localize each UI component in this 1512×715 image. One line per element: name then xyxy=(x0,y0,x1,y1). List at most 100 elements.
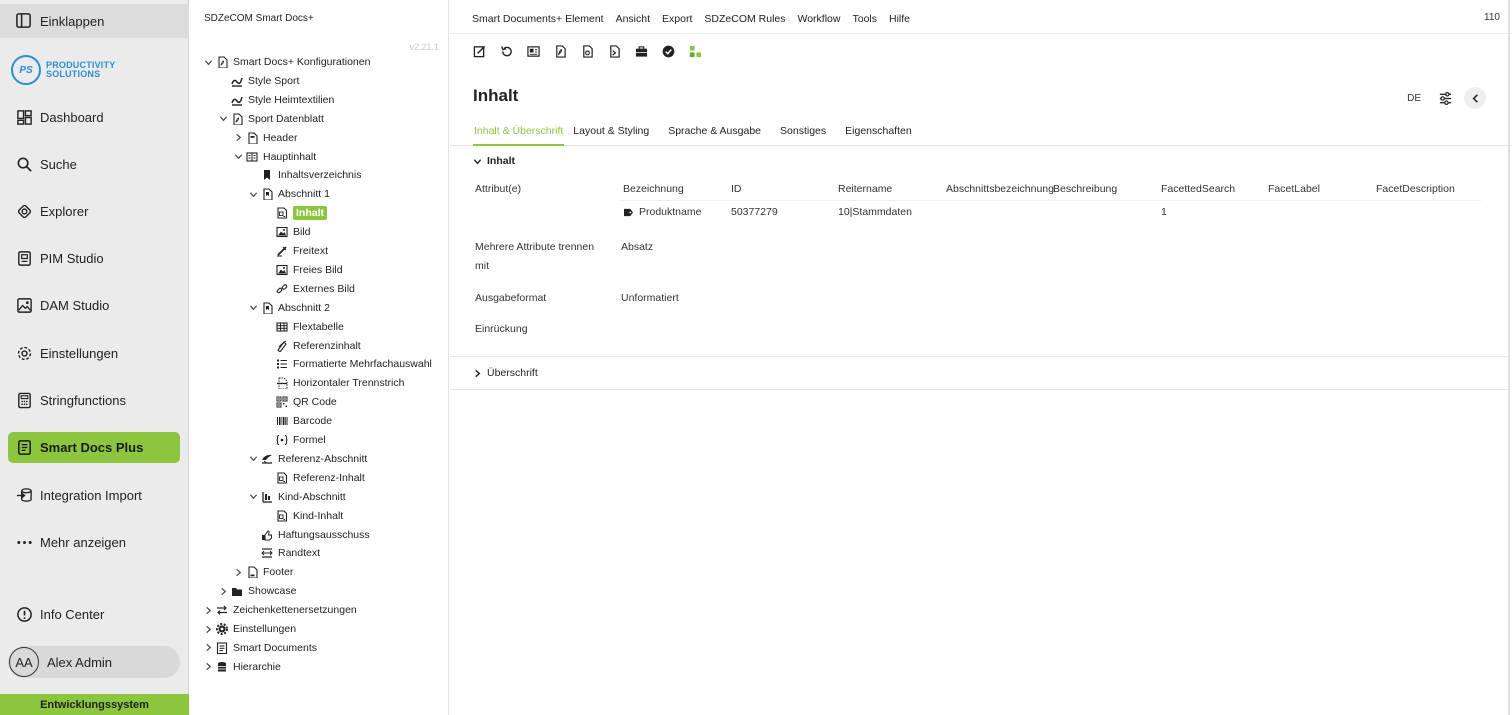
nav-item-more[interactable]: Mehr anzeigen xyxy=(0,525,189,559)
nav-item-stringfunctions[interactable]: Stringfunctions xyxy=(0,383,189,417)
tree-node[interactable]: Header xyxy=(231,129,297,147)
barcode-icon xyxy=(275,415,288,428)
tree-node[interactable]: Abschnitt 2 xyxy=(246,299,330,317)
nav-item-info-center[interactable]: Info Center xyxy=(0,597,189,631)
tree-node[interactable]: Style Sport xyxy=(216,72,299,90)
tree-node[interactable]: Formel xyxy=(261,431,326,449)
nav-item-smart-docs-plus[interactable]: Smart Docs Plus xyxy=(8,432,180,463)
tree-node[interactable]: Kind-Abschnitt xyxy=(246,488,346,506)
chevron-right-icon[interactable] xyxy=(201,643,215,652)
tree-node[interactable]: Randtext xyxy=(246,544,320,562)
menu-item-workflow[interactable]: Workflow xyxy=(798,13,841,25)
chevron-down-icon[interactable] xyxy=(246,190,260,199)
chevron-right-icon[interactable] xyxy=(201,662,215,671)
menu-item-tools[interactable]: Tools xyxy=(852,13,877,25)
header-icon xyxy=(245,131,258,144)
tree-node[interactable]: QR Code xyxy=(261,393,337,411)
separator-value[interactable]: Absatz xyxy=(621,241,653,253)
sliders-icon[interactable] xyxy=(1436,89,1454,107)
nav-item-integration-import[interactable]: Integration Import xyxy=(0,478,189,512)
nav-item-explorer[interactable]: Explorer xyxy=(0,194,189,228)
preview-icon[interactable] xyxy=(526,44,540,58)
style-icon xyxy=(230,93,243,106)
tab-layout-styling[interactable]: Layout & Styling xyxy=(573,122,649,146)
tree-node[interactable]: Showcase xyxy=(216,582,296,600)
tree-node[interactable]: Referenz-Inhalt xyxy=(261,469,365,487)
tab-inhalt-ueberschrift[interactable]: Inhalt & Überschrift xyxy=(473,122,565,146)
column-header-id: ID xyxy=(731,183,742,195)
output-format-label: Ausgabeformat xyxy=(475,292,547,304)
section-header-inhalt[interactable]: Inhalt xyxy=(473,155,515,167)
item-count: 110 xyxy=(1484,12,1500,23)
menu-item-rules[interactable]: SDZeCOM Rules xyxy=(704,13,785,25)
collapse-button[interactable]: Einklappen xyxy=(0,4,189,38)
tree-node[interactable]: Abschnitt 1 xyxy=(246,185,330,203)
tree-node[interactable]: Externes Bild xyxy=(261,280,355,298)
tree-node[interactable]: Zeichenkettenersetzungen xyxy=(201,601,357,619)
undo-icon[interactable] xyxy=(499,44,513,58)
language-selector[interactable]: DE xyxy=(1407,93,1421,104)
menu-item-export[interactable]: Export xyxy=(662,13,692,25)
tree-node[interactable]: Horizontaler Trennstrich xyxy=(261,374,404,392)
tree-node[interactable]: Inhaltsverzeichnis xyxy=(246,166,361,184)
check-circle-icon[interactable] xyxy=(661,44,675,58)
menu-item-ansicht[interactable]: Ansicht xyxy=(616,13,650,25)
tree-node[interactable]: Style Heimtextilien xyxy=(216,91,334,109)
tab-eigenschaften[interactable]: Eigenschaften xyxy=(845,122,912,146)
section-header-ueberschrift[interactable]: Überschrift xyxy=(473,367,538,379)
nav-item-dashboard[interactable]: Dashboard xyxy=(0,100,189,134)
tree-node[interactable]: Freitext xyxy=(261,242,328,260)
tree-node[interactable]: Einstellungen xyxy=(201,620,296,638)
pen-icon xyxy=(275,245,288,258)
collapse-panel-button[interactable] xyxy=(1464,87,1486,109)
nav-item-pim-studio[interactable]: PIM Studio xyxy=(0,241,189,275)
chevron-down-icon[interactable] xyxy=(246,454,260,463)
user-menu[interactable]: AA Alex Admin xyxy=(8,646,180,678)
chevron-right-icon[interactable] xyxy=(201,625,215,634)
export-icon[interactable] xyxy=(607,44,621,58)
chevron-down-icon[interactable] xyxy=(246,492,260,501)
tree-node[interactable]: Flextabelle xyxy=(261,318,344,336)
search-icon xyxy=(15,155,33,173)
tree-node[interactable]: Referenzinhalt xyxy=(261,337,361,355)
document-code-icon[interactable] xyxy=(580,44,594,58)
tree-node[interactable]: Formatierte Mehrfachauswahl xyxy=(261,355,432,373)
menu-item-hilfe[interactable]: Hilfe xyxy=(889,13,910,25)
chevron-down-icon[interactable] xyxy=(216,114,230,123)
tree-node[interactable]: Smart Docs+ Konfigurationen xyxy=(201,53,370,71)
tree-node[interactable]: Referenz-Abschnitt xyxy=(246,450,367,468)
chevron-down-icon[interactable] xyxy=(246,303,260,312)
tree-node[interactable]: Sport Datenblatt xyxy=(216,110,324,128)
image-icon xyxy=(275,263,288,276)
chevron-right-icon[interactable] xyxy=(201,606,215,615)
chevron-right-icon[interactable] xyxy=(231,133,245,142)
tree-node[interactable]: Kind-Inhalt xyxy=(261,507,343,525)
tree-node-label: Inhalt xyxy=(293,206,327,221)
tree-node[interactable]: Inhalt xyxy=(261,204,327,222)
tree-node[interactable]: Bild xyxy=(261,223,311,241)
chevron-right-icon[interactable] xyxy=(231,568,245,577)
nav-item-dam-studio[interactable]: DAM Studio xyxy=(0,288,189,322)
briefcase-icon[interactable] xyxy=(634,44,648,58)
tree-node[interactable]: Haftungsausschuss xyxy=(246,526,370,544)
chevron-down-icon[interactable] xyxy=(231,152,245,161)
workflow-icon[interactable] xyxy=(688,44,702,58)
tab-sonstiges[interactable]: Sonstiges xyxy=(780,122,826,146)
menu-item-element[interactable]: Smart Documents+ Element xyxy=(472,13,604,25)
tree-node[interactable]: Hierarchie xyxy=(201,658,281,676)
tree-node[interactable]: Smart Documents xyxy=(201,639,317,657)
chevron-down-icon[interactable] xyxy=(201,58,215,67)
nav-item-search[interactable]: Suche xyxy=(0,147,189,181)
tree-node[interactable]: Barcode xyxy=(261,412,332,430)
tree-node[interactable]: Footer xyxy=(231,563,293,581)
edit-icon[interactable] xyxy=(472,44,486,58)
output-format-value[interactable]: Unformatiert xyxy=(621,292,679,304)
link-icon xyxy=(275,282,288,295)
tree-node[interactable]: Freies Bild xyxy=(261,261,343,279)
chevron-right-icon[interactable] xyxy=(216,587,230,596)
pdf-icon[interactable] xyxy=(553,44,567,58)
tree-node[interactable]: Hauptinhalt xyxy=(231,148,316,166)
nav-item-settings[interactable]: Einstellungen xyxy=(0,336,189,370)
tab-sprache-ausgabe[interactable]: Sprache & Ausgabe xyxy=(668,122,761,146)
image-icon xyxy=(15,296,33,314)
